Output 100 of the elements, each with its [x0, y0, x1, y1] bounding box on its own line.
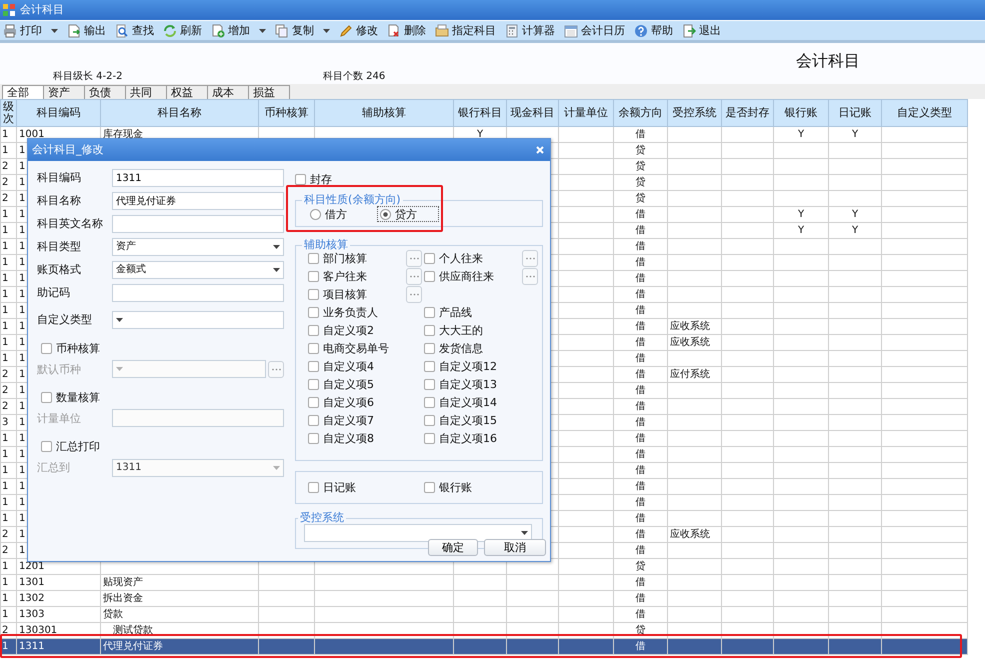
column-header: 余额方向	[618, 106, 662, 120]
toolbar-button[interactable]: 增加	[210, 24, 267, 38]
table-cell: 借	[636, 480, 646, 492]
checkbox[interactable]	[424, 379, 435, 390]
checkbox[interactable]	[41, 392, 52, 404]
tab[interactable]: 损益	[249, 85, 290, 99]
input-field[interactable]: 1311	[112, 169, 284, 187]
browse-button[interactable]	[522, 250, 538, 268]
toolbar-button[interactable]: 帮助	[633, 24, 674, 38]
ok-button[interactable]: 确定	[428, 539, 478, 556]
caret-icon	[273, 245, 280, 249]
toolbar-button[interactable]: 修改	[338, 24, 379, 38]
browse-button[interactable]	[406, 286, 422, 304]
checkbox[interactable]	[308, 289, 319, 300]
checkbox[interactable]	[308, 343, 319, 354]
table-cell: 贷	[636, 160, 646, 172]
checkbox[interactable]	[308, 379, 319, 390]
column-header: 银行科目	[458, 106, 502, 120]
dropdown[interactable]	[112, 311, 284, 329]
table-row[interactable]: 1 1302 拆出资金 借	[0, 590, 968, 606]
table-cell: 借	[636, 512, 646, 524]
checkbox[interactable]	[308, 325, 319, 336]
toolbar-button[interactable]: 输出	[66, 24, 107, 38]
browse-button[interactable]	[522, 268, 538, 286]
checkbox[interactable]	[295, 174, 306, 186]
table-cell: 1301	[19, 576, 44, 588]
checkbox[interactable]	[41, 441, 52, 452]
table-cell: 借	[636, 352, 646, 364]
table-cell: 借	[636, 464, 646, 476]
column-header: 银行账	[784, 106, 818, 120]
radio-button[interactable]	[310, 208, 321, 220]
checkbox[interactable]	[308, 482, 319, 494]
dropdown[interactable]: 资产	[112, 238, 284, 256]
input-field[interactable]	[112, 284, 284, 302]
folder-icon	[435, 24, 449, 38]
toolbar-button[interactable]: 复制	[274, 24, 331, 38]
checkbox[interactable]	[41, 343, 52, 354]
toolbar-button[interactable]: 指定科目	[434, 24, 497, 38]
tab[interactable]: 负债	[85, 85, 126, 99]
checkbox[interactable]	[308, 433, 319, 444]
checkbox[interactable]	[308, 271, 319, 282]
column-header: 币种核算	[264, 106, 308, 120]
checkbox[interactable]	[308, 307, 319, 318]
table-cell: 借	[636, 528, 646, 540]
checkbox[interactable]	[424, 361, 435, 372]
checkbox[interactable]	[424, 307, 435, 318]
checkbox[interactable]	[424, 415, 435, 426]
tab[interactable]: 全部	[2, 85, 44, 99]
cancel-button[interactable]: 取消	[484, 539, 546, 556]
field-label: 默认币种	[37, 362, 82, 376]
close-icon	[536, 146, 544, 154]
dropdown[interactable]	[112, 360, 266, 378]
tab[interactable]: 共同	[126, 85, 167, 99]
toolbar-button[interactable]: 打印	[2, 24, 59, 38]
toolbar-button[interactable]: 退出	[681, 24, 722, 38]
calendar-icon	[564, 24, 578, 38]
checkbox[interactable]	[424, 325, 435, 336]
input-field[interactable]: 代理兑付证券	[112, 192, 284, 210]
tab[interactable]: 权益	[167, 85, 208, 99]
toolbar-button[interactable]: 会计日历	[563, 24, 626, 38]
table-cell: 1001	[19, 128, 44, 140]
checkbox-label: 项目核算	[323, 288, 367, 302]
field-label: 助记码	[37, 286, 71, 300]
table-cell: 1	[2, 128, 8, 140]
tab[interactable]: 资产	[44, 85, 85, 99]
checkbox[interactable]	[308, 397, 319, 408]
checkbox[interactable]	[308, 361, 319, 372]
table-cell: 1	[2, 432, 8, 444]
checkbox[interactable]	[424, 253, 435, 264]
toolbar-button[interactable]: 删除	[386, 24, 427, 38]
table-cell: 2	[2, 192, 8, 204]
checkbox-label: 产品线	[439, 306, 472, 320]
table-row[interactable]: 1 1311 代理兑付证券 借	[0, 638, 968, 654]
browse-button[interactable]	[406, 250, 422, 268]
checkbox[interactable]	[424, 433, 435, 444]
browse-button[interactable]	[406, 268, 422, 286]
dropdown[interactable]: 金额式	[112, 261, 284, 279]
checkbox[interactable]	[424, 482, 435, 494]
radio-button[interactable]	[380, 208, 391, 220]
tab[interactable]: 成本	[208, 85, 249, 99]
toolbar-button[interactable]: 计算器	[504, 24, 556, 38]
checkbox[interactable]	[308, 253, 319, 264]
close-button[interactable]	[536, 146, 544, 154]
table-cell: 贷款	[103, 608, 123, 620]
table-cell: 2	[2, 176, 8, 188]
input-field[interactable]	[112, 215, 284, 233]
more-icon	[410, 257, 418, 260]
table-cell: Y	[798, 224, 804, 236]
checkbox[interactable]	[424, 271, 435, 282]
table-row[interactable]: 1 1301 贴现资产 借	[0, 574, 968, 590]
checkbox[interactable]	[308, 415, 319, 426]
more-icon	[526, 275, 534, 278]
toolbar-button[interactable]: 查找	[114, 24, 155, 38]
checkbox[interactable]	[424, 397, 435, 408]
caret-icon	[273, 466, 280, 470]
checkbox[interactable]	[424, 343, 435, 354]
table-row[interactable]: 1 1303 贷款 借	[0, 606, 968, 622]
toolbar-button[interactable]: 刷新	[162, 24, 203, 38]
field-label: 科目名称	[37, 194, 82, 208]
dropdown[interactable]	[304, 524, 532, 542]
